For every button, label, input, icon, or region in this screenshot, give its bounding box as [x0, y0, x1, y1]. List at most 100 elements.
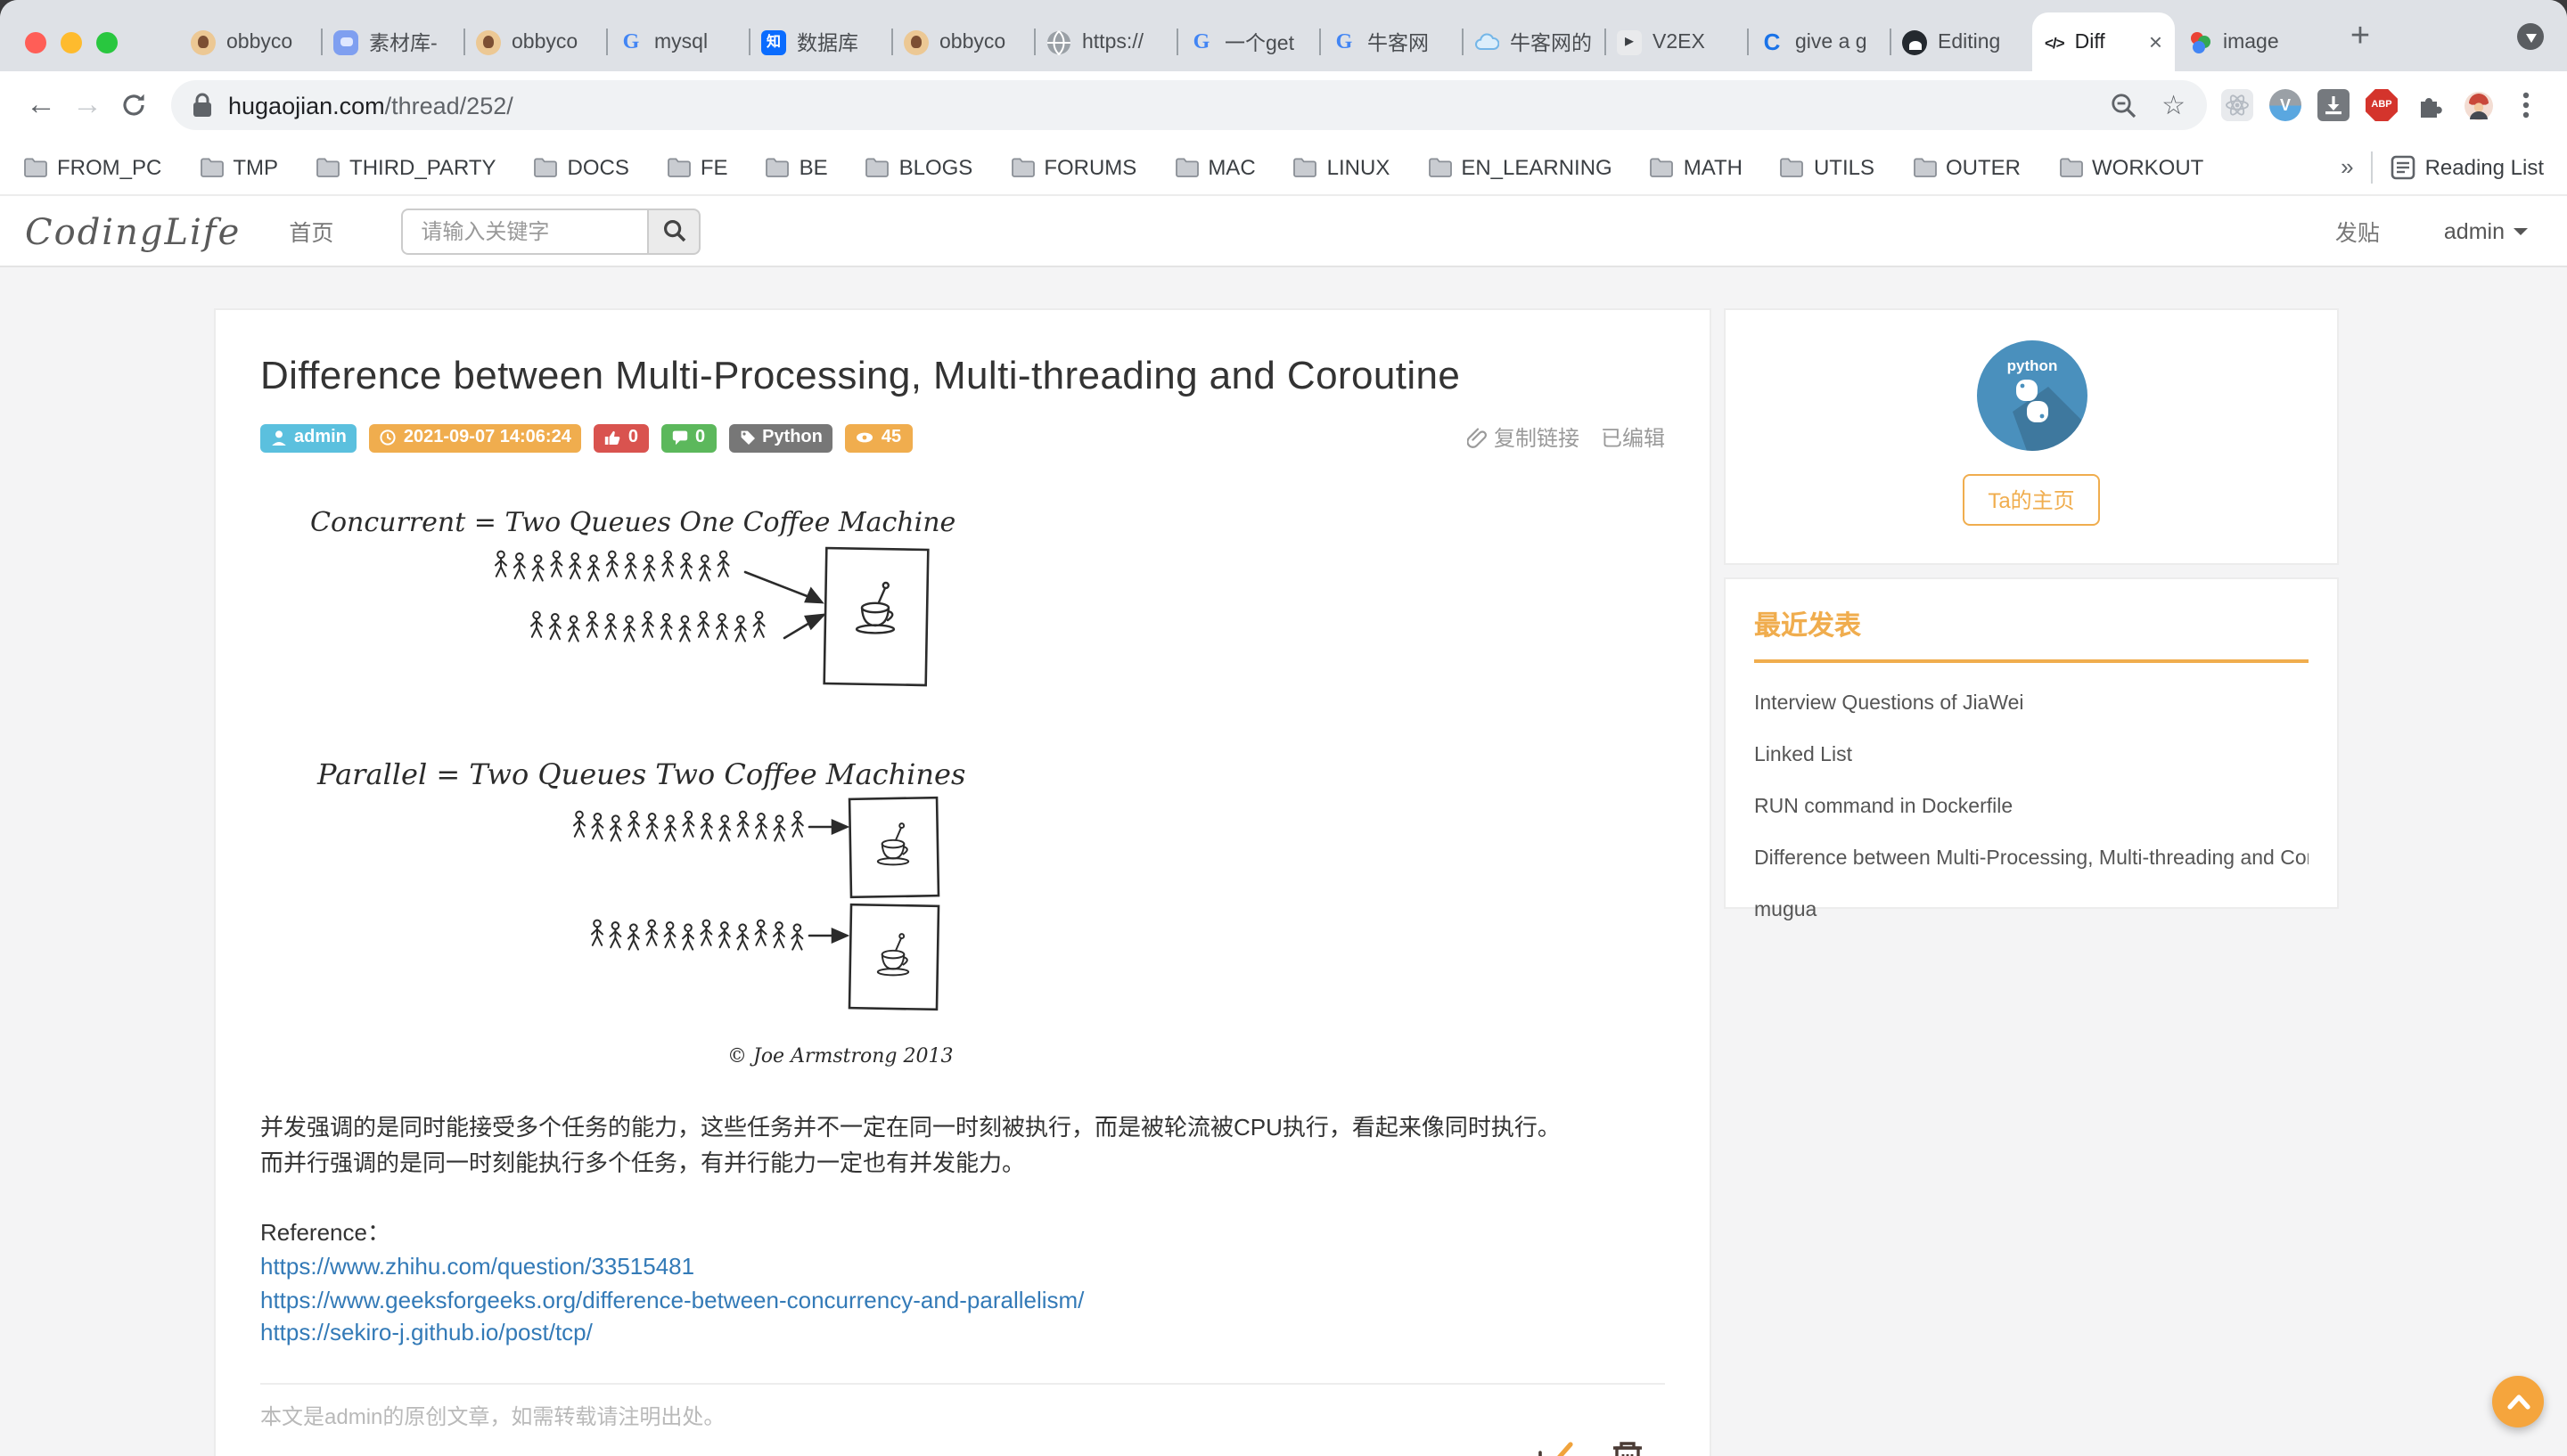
folder-icon	[199, 156, 224, 177]
site-logo[interactable]: CodingLife	[25, 209, 241, 252]
edit-post-icon[interactable]	[1533, 1438, 1579, 1456]
url-text: hugaojian.com/thread/252/	[228, 92, 513, 119]
recent-post-link[interactable]: Difference between Multi-Processing, Mul…	[1754, 848, 2309, 870]
nav-home-link[interactable]: 首页	[289, 214, 333, 248]
close-tab-icon[interactable]: ×	[2149, 30, 2162, 53]
tab-niuke-2[interactable]: 牛客网的	[1462, 12, 1604, 71]
recent-posts-card: 最近发表 Interview Questions of JiaWei Linke…	[1724, 577, 2339, 909]
tab-niuke-1[interactable]: G 牛客网	[1319, 12, 1462, 71]
folder-icon	[2058, 156, 2083, 177]
user-menu[interactable]: admin	[2444, 218, 2528, 243]
tab-obbyco-3[interactable]: obbyco	[891, 12, 1034, 71]
delete-post-icon[interactable]	[1608, 1439, 1647, 1456]
bookmark-folder-third-party[interactable]: THIRD_PARTY	[316, 154, 496, 179]
zoom-out-icon[interactable]	[2110, 92, 2136, 119]
folder-icon	[316, 156, 340, 177]
reference-label: Reference：	[260, 1215, 1665, 1248]
tab-yige-get[interactable]: G 一个get	[1177, 12, 1319, 71]
folder-icon	[1912, 156, 1937, 177]
bookmark-folder-linux[interactable]: LINUX	[1293, 154, 1390, 179]
new-post-link[interactable]: 发贴	[2335, 214, 2380, 248]
tab-diff-active[interactable]: </> Diff ×	[2032, 12, 2175, 71]
chevron-down-icon	[2514, 227, 2528, 234]
obbyco-favicon	[904, 29, 929, 54]
bookmark-folder-from-pc[interactable]: FROM_PC	[23, 154, 161, 179]
tab-editing[interactable]: Editing	[1890, 12, 2032, 71]
reference-link[interactable]: https://www.zhihu.com/question/33515481	[260, 1254, 1665, 1281]
bookmark-folder-workout[interactable]: WORKOUT	[2058, 154, 2203, 179]
article-paragraph: 并发强调的是同时能接受多个任务的能力，这些任务并不一定在同一时刻被执行，而是被轮…	[260, 1110, 1665, 1146]
search-icon	[662, 219, 685, 242]
search-button[interactable]	[647, 208, 701, 254]
eye-icon	[857, 429, 874, 446]
google-favicon: G	[1332, 29, 1357, 54]
folder-icon	[1780, 156, 1805, 177]
article-divider	[260, 1383, 1665, 1385]
bookmark-folder-blogs[interactable]: BLOGS	[865, 154, 973, 179]
browser-menu-icon[interactable]	[2510, 89, 2542, 121]
new-tab-button[interactable]: +	[2339, 16, 2382, 59]
python-avatar[interactable]: python	[1976, 340, 2087, 451]
search-input[interactable]	[401, 208, 647, 254]
bookmark-folder-tmp[interactable]: TMP	[199, 154, 278, 179]
bookmark-folder-forums[interactable]: FORUMS	[1010, 154, 1136, 179]
tab-https[interactable]: https://	[1034, 12, 1177, 71]
recent-post-link[interactable]: Linked List	[1754, 745, 2309, 766]
clock-icon	[381, 429, 397, 446]
minimize-window-button[interactable]	[61, 32, 82, 53]
bookmark-folder-math[interactable]: MATH	[1650, 154, 1743, 179]
tab-shujuku[interactable]: 知 数据库	[749, 12, 891, 71]
folder-icon	[534, 156, 559, 177]
recent-post-link[interactable]: RUN command in Dockerfile	[1754, 797, 2309, 818]
adblock-plus-icon[interactable]: ABP	[2366, 89, 2398, 121]
tab-v2ex[interactable]: ▸ V2EX	[1604, 12, 1747, 71]
tab-obbyco-2[interactable]: obbyco	[463, 12, 606, 71]
reference-link[interactable]: https://sekiro-j.github.io/post/tcp/	[260, 1320, 1665, 1347]
folder-icon	[1293, 156, 1318, 177]
reference-link[interactable]: https://www.geeksforgeeks.org/difference…	[260, 1287, 1665, 1314]
author-homepage-button[interactable]: Ta的主页	[1963, 474, 2099, 526]
bookmark-folder-mac[interactable]: MAC	[1174, 154, 1255, 179]
tag-badge: Python	[728, 423, 833, 452]
article-meta-row: admin 2021-09-07 14:06:24 0 0 Python 45	[260, 422, 1665, 453]
recent-post-link[interactable]: Interview Questions of JiaWei	[1754, 693, 2309, 715]
copy-link-button[interactable]: 复制链接	[1467, 422, 1579, 453]
bookmark-star-icon[interactable]: ☆	[2161, 92, 2186, 119]
fullscreen-window-button[interactable]	[96, 32, 118, 53]
folder-icon	[23, 156, 48, 177]
bookmarks-overflow-chevron[interactable]: »	[2341, 153, 2353, 180]
vimium-icon[interactable]: V	[2269, 89, 2301, 121]
tab-image[interactable]: image	[2175, 12, 2317, 71]
recent-post-link[interactable]: mugua	[1754, 900, 2309, 921]
download-extension-icon[interactable]	[2317, 89, 2350, 121]
bookmark-folder-en-learning[interactable]: EN_LEARNING	[1427, 154, 1612, 179]
bookmark-folder-outer[interactable]: OUTER	[1912, 154, 2021, 179]
forward-button[interactable]: →	[64, 82, 111, 128]
reload-button[interactable]	[111, 82, 157, 128]
bookmark-folder-docs[interactable]: DOCS	[534, 154, 629, 179]
codeforces-favicon: C	[1759, 29, 1784, 54]
profile-avatar-icon[interactable]	[2462, 89, 2494, 121]
address-bar[interactable]: hugaojian.com/thread/252/ ☆	[171, 80, 2207, 130]
tab-sucaiku[interactable]: 素材库-	[321, 12, 463, 71]
lock-icon	[193, 93, 212, 118]
figure-parallel-label: Parallel = Two Queues Two Coffee Machine…	[316, 757, 965, 791]
react-devtools-icon[interactable]	[2221, 89, 2253, 121]
bookmark-folder-utils[interactable]: UTILS	[1780, 154, 1874, 179]
reading-list-icon	[2391, 154, 2416, 179]
reading-list-button[interactable]: Reading List	[2391, 154, 2544, 179]
sucaiku-favicon	[333, 29, 358, 54]
bookmark-folder-fe[interactable]: FE	[667, 154, 728, 179]
tab-mysql[interactable]: G mysql	[606, 12, 749, 71]
folder-icon	[1650, 156, 1675, 177]
close-window-button[interactable]	[25, 32, 46, 53]
tab-search-button[interactable]	[2517, 23, 2544, 50]
bookmark-folder-be[interactable]: BE	[766, 154, 828, 179]
avatar-label: python	[2006, 357, 2057, 374]
figure-concurrent-label: Concurrent = Two Queues One Coffee Machi…	[310, 507, 955, 538]
tab-obbyco-1[interactable]: obbyco	[178, 12, 321, 71]
tab-give-a-g[interactable]: C give a g	[1747, 12, 1890, 71]
back-button[interactable]: ←	[18, 82, 64, 128]
extensions-puzzle-icon[interactable]	[2414, 89, 2446, 121]
back-to-top-button[interactable]	[2492, 1376, 2544, 1427]
